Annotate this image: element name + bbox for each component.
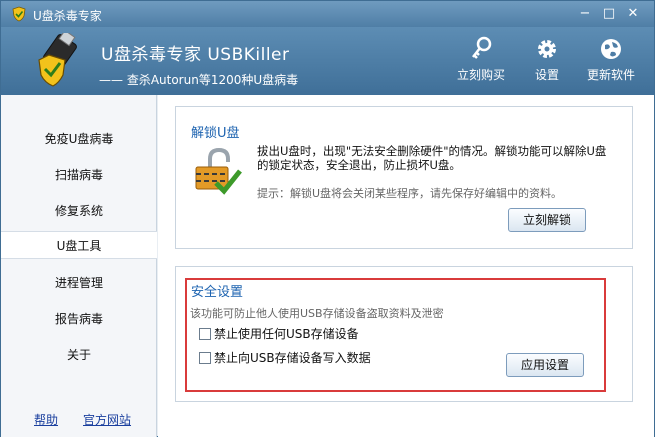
app-window: U盘杀毒专家 − □ ✕ U盘杀毒专家 USBKiller —— 查杀Autor… bbox=[0, 0, 655, 437]
block-usb-write-option[interactable]: 禁止向USB存储设备写入数据 bbox=[199, 349, 371, 366]
minimize-button[interactable]: − bbox=[575, 5, 595, 23]
disable-usb-storage-label: 禁止使用任何USB存储设备 bbox=[214, 327, 359, 341]
key-icon bbox=[472, 36, 492, 59]
disable-usb-storage-checkbox[interactable] bbox=[199, 328, 211, 340]
close-button[interactable]: ✕ bbox=[623, 5, 643, 23]
unlock-now-button[interactable]: 立刻解锁 bbox=[508, 208, 586, 232]
usb-shield-logo-icon bbox=[38, 33, 77, 87]
window-title: U盘杀毒专家 bbox=[33, 9, 102, 23]
sidebar-item-immunize[interactable]: 免疫U盘病毒 bbox=[1, 125, 157, 153]
main-content: 解锁U盘 拔出U盘时，出现"无法安全删除硬件"的情况。解锁功能可以解除U盘的锁定… bbox=[158, 95, 654, 437]
sidebar-item-scan[interactable]: 扫描病毒 bbox=[1, 161, 157, 189]
maximize-button[interactable]: □ bbox=[599, 5, 619, 23]
sidebar-item-report[interactable]: 报告病毒 bbox=[1, 305, 157, 333]
sidebar-item-about[interactable]: 关于 bbox=[1, 341, 157, 369]
sidebar-item-processes[interactable]: 进程管理 bbox=[1, 269, 157, 297]
unlock-usb-panel: 解锁U盘 拔出U盘时，出现"无法安全删除硬件"的情况。解锁功能可以解除U盘的锁定… bbox=[175, 106, 633, 249]
official-site-link[interactable]: 官方网站 bbox=[83, 411, 131, 428]
globe-icon bbox=[601, 39, 621, 59]
security-description: 该功能可防止他人使用USB存储设备盗取资料及泄密 bbox=[190, 307, 444, 320]
sidebar-item-repair[interactable]: 修复系统 bbox=[1, 197, 157, 225]
unlock-hint: 提示：解锁U盘将会关闭某些程序，请先保存好编辑中的资料。 bbox=[257, 187, 563, 200]
gear-icon bbox=[538, 40, 556, 58]
apply-settings-button[interactable]: 应用设置 bbox=[506, 353, 584, 377]
help-link[interactable]: 帮助 bbox=[34, 411, 58, 428]
sidebar: 免疫U盘病毒 扫描病毒 修复系统 U盘工具 进程管理 报告病毒 关于 帮助 官方… bbox=[1, 95, 157, 437]
unlock-section-title: 解锁U盘 bbox=[191, 126, 240, 141]
settings-label: 设置 bbox=[534, 68, 559, 82]
block-usb-write-checkbox[interactable] bbox=[199, 352, 211, 364]
unlock-description: 拔出U盘时，出现"无法安全删除硬件"的情况。解锁功能可以解除U盘的锁定状态，安全… bbox=[257, 144, 607, 172]
header-banner: U盘杀毒专家 USBKiller —— 查杀Autorun等1200种U盘病毒 … bbox=[1, 27, 654, 95]
sidebar-item-usb-tools[interactable]: U盘工具 bbox=[1, 231, 157, 259]
update-software-button[interactable]: 更新软件 bbox=[579, 35, 643, 91]
title-bar: U盘杀毒专家 − □ ✕ bbox=[1, 1, 654, 27]
disable-usb-storage-option[interactable]: 禁止使用任何USB存储设备 bbox=[199, 325, 359, 342]
app-shield-icon bbox=[12, 6, 26, 22]
product-name: U盘杀毒专家 USBKiller bbox=[101, 45, 290, 65]
settings-button[interactable]: 设置 bbox=[515, 35, 579, 91]
update-software-label: 更新软件 bbox=[586, 68, 635, 82]
buy-now-button[interactable]: 立刻购买 bbox=[449, 35, 513, 91]
block-usb-write-label: 禁止向USB存储设备写入数据 bbox=[214, 351, 371, 365]
unlocked-padlock-icon bbox=[195, 147, 242, 195]
product-tagline: —— 查杀Autorun等1200种U盘病毒 bbox=[99, 73, 299, 87]
buy-now-label: 立刻购买 bbox=[456, 68, 505, 82]
